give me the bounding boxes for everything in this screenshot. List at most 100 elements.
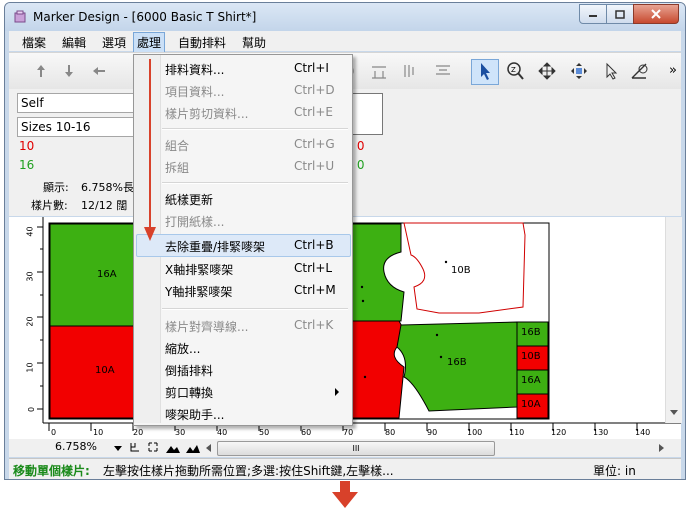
menu-item-update-pattern[interactable]: 紙樣更新 (165, 191, 213, 208)
shortcut: Ctrl+G (294, 137, 335, 151)
scroll-left-icon[interactable] (205, 443, 213, 453)
v-tick-20: 20 (25, 316, 35, 327)
expand-icon[interactable] (147, 441, 159, 453)
shortcut: Ctrl+B (294, 238, 334, 252)
menu-options[interactable]: 選項 (99, 33, 129, 52)
shortcut: Ctrl+U (294, 159, 335, 173)
svg-text:Z: Z (511, 66, 516, 74)
menu-item-y-compact[interactable]: Y軸排緊嘜架 (165, 283, 232, 300)
h-tick: 60 (301, 428, 312, 437)
menu-help[interactable]: 幫助 (239, 33, 269, 52)
pointer-outline-icon[interactable] (601, 61, 621, 81)
shortcut: Ctrl+E (294, 105, 333, 119)
close-button[interactable] (633, 4, 679, 24)
title-bar: Marker Design - [6000 Basic T Shirt*] (5, 3, 685, 31)
shortcut: Ctrl+I (294, 61, 329, 75)
measure-icon[interactable] (629, 61, 649, 81)
zoom-icon[interactable]: Z (505, 61, 525, 81)
status-bar: 移動單個樣片: 左擊按住樣片拖動所需位置;多選:按住Shift鍵,左擊樣... … (9, 458, 681, 479)
size-count-red: 10 (19, 139, 35, 153)
piece-label: 16A (97, 269, 117, 280)
fit-icon[interactable] (129, 441, 141, 453)
v-tick-10: 10 (25, 362, 35, 373)
display-value: 6.758%長 (81, 181, 134, 194)
h-tick: 90 (427, 428, 438, 437)
shortcut: Ctrl+L (294, 261, 333, 275)
maximize-button[interactable] (606, 4, 634, 24)
landscape-alt-icon[interactable] (185, 442, 201, 454)
h-tick: 80 (385, 428, 396, 437)
menu-process[interactable]: 處理 (133, 32, 166, 53)
piece-label: 10B (521, 351, 541, 362)
zoom-scroll-bar: 6.758% III (9, 439, 681, 457)
close-icon (651, 9, 661, 19)
scroll-down-icon[interactable] (666, 407, 682, 419)
arrow-down-icon[interactable] (59, 61, 79, 81)
v-tick-40: 40 (25, 226, 35, 237)
h-tick: 130 (593, 428, 609, 437)
h-tick: 10 (93, 428, 104, 437)
display-label: 顯示: (43, 181, 69, 194)
pieces-value: 12/12 闊 (81, 199, 128, 212)
shortcut: Ctrl+D (294, 83, 335, 97)
process-menu: 排料資料... Ctrl+I 項目資料... Ctrl+D 樣片剪切資料... … (133, 54, 353, 426)
size-count-green: 16 (19, 158, 35, 172)
select-tool-button[interactable] (471, 59, 499, 85)
move-icon[interactable] (537, 61, 557, 81)
scroll-right-icon[interactable] (657, 443, 665, 453)
align-lines-icon[interactable] (433, 61, 453, 81)
menu-bar: 檔案 編輯 選項 處理 自動排料 幫助 (9, 31, 681, 53)
align-vertical-icon[interactable] (399, 61, 419, 81)
minimize-button[interactable] (579, 4, 607, 24)
piece-label: 10A (521, 399, 541, 410)
arrow-up-icon[interactable] (31, 61, 51, 81)
h-tick: 40 (217, 428, 228, 437)
vertical-scrollbar[interactable] (665, 217, 682, 423)
next-step-arrow-icon (332, 481, 358, 508)
status-hint-title: 移動單個樣片: (13, 464, 90, 478)
app-window: Marker Design - [6000 Basic T Shirt*] 檔案… (4, 2, 686, 480)
style-select[interactable]: Self (17, 93, 136, 113)
menu-item-scale[interactable]: 縮放... (165, 340, 200, 357)
shortcut: Ctrl+K (294, 318, 334, 332)
menu-item-open-pattern[interactable]: 打開紙樣... (165, 213, 224, 230)
h-tick: 20 (133, 428, 144, 437)
menu-item-reverse-nest[interactable]: 倒插排料 (165, 362, 213, 379)
h-tick: 140 (635, 428, 651, 437)
app-icon (14, 10, 26, 23)
piece-label: 16B (447, 357, 467, 368)
pieces-label: 樣片數: (31, 199, 68, 212)
menu-item-ungroup[interactable]: 拆組 (165, 159, 189, 176)
v-tick-30: 30 (25, 271, 35, 282)
menu-file[interactable]: 檔案 (19, 33, 49, 52)
menu-item-notch-convert[interactable]: 剪口轉換 (165, 384, 213, 401)
piece-label: 16B (521, 327, 541, 338)
menu-edit[interactable]: 編輯 (59, 33, 89, 52)
h-tick: 0 (51, 428, 57, 437)
menu-item-group[interactable]: 組合 (165, 137, 189, 154)
annotation-arrow-down-icon (144, 59, 156, 241)
zoom-value[interactable]: 6.758% (55, 440, 97, 453)
menu-item-marker-info[interactable]: 排料資料... (165, 61, 224, 78)
move-piece-icon[interactable] (569, 61, 589, 81)
h-tick: 100 (467, 428, 483, 437)
toolbar-overflow-icon[interactable]: » (669, 63, 677, 78)
unit-label: 單位: in (593, 464, 636, 478)
zoom-dropdown-icon[interactable] (113, 443, 123, 453)
menu-item-align-guide[interactable]: 樣片對齊導線... (165, 318, 248, 335)
window-title: Marker Design - [6000 Basic T Shirt*] (33, 10, 257, 24)
menu-item-cut-info[interactable]: 樣片剪切資料... (165, 105, 248, 122)
menu-item-remove-overlap[interactable]: 去除重疊/排緊嘜架 (165, 238, 265, 255)
sizes-select[interactable]: Sizes 10-16 (17, 117, 136, 137)
menu-item-x-compact[interactable]: X軸排緊嘜架 (165, 261, 233, 278)
arrow-left-icon[interactable] (89, 61, 109, 81)
menu-item-project-info[interactable]: 項目資料... (165, 83, 224, 100)
align-top-icon[interactable] (369, 61, 389, 81)
menu-item-marker-assistant[interactable]: 嘜架助手... (165, 406, 224, 423)
horizontal-scroll-thumb[interactable]: III (217, 441, 495, 456)
h-tick: 30 (175, 428, 186, 437)
menu-auto-nest[interactable]: 自動排料 (175, 33, 229, 52)
landscape-icon[interactable] (165, 442, 181, 454)
piece-label: 16A (521, 375, 541, 386)
h-tick: 110 (509, 428, 525, 437)
